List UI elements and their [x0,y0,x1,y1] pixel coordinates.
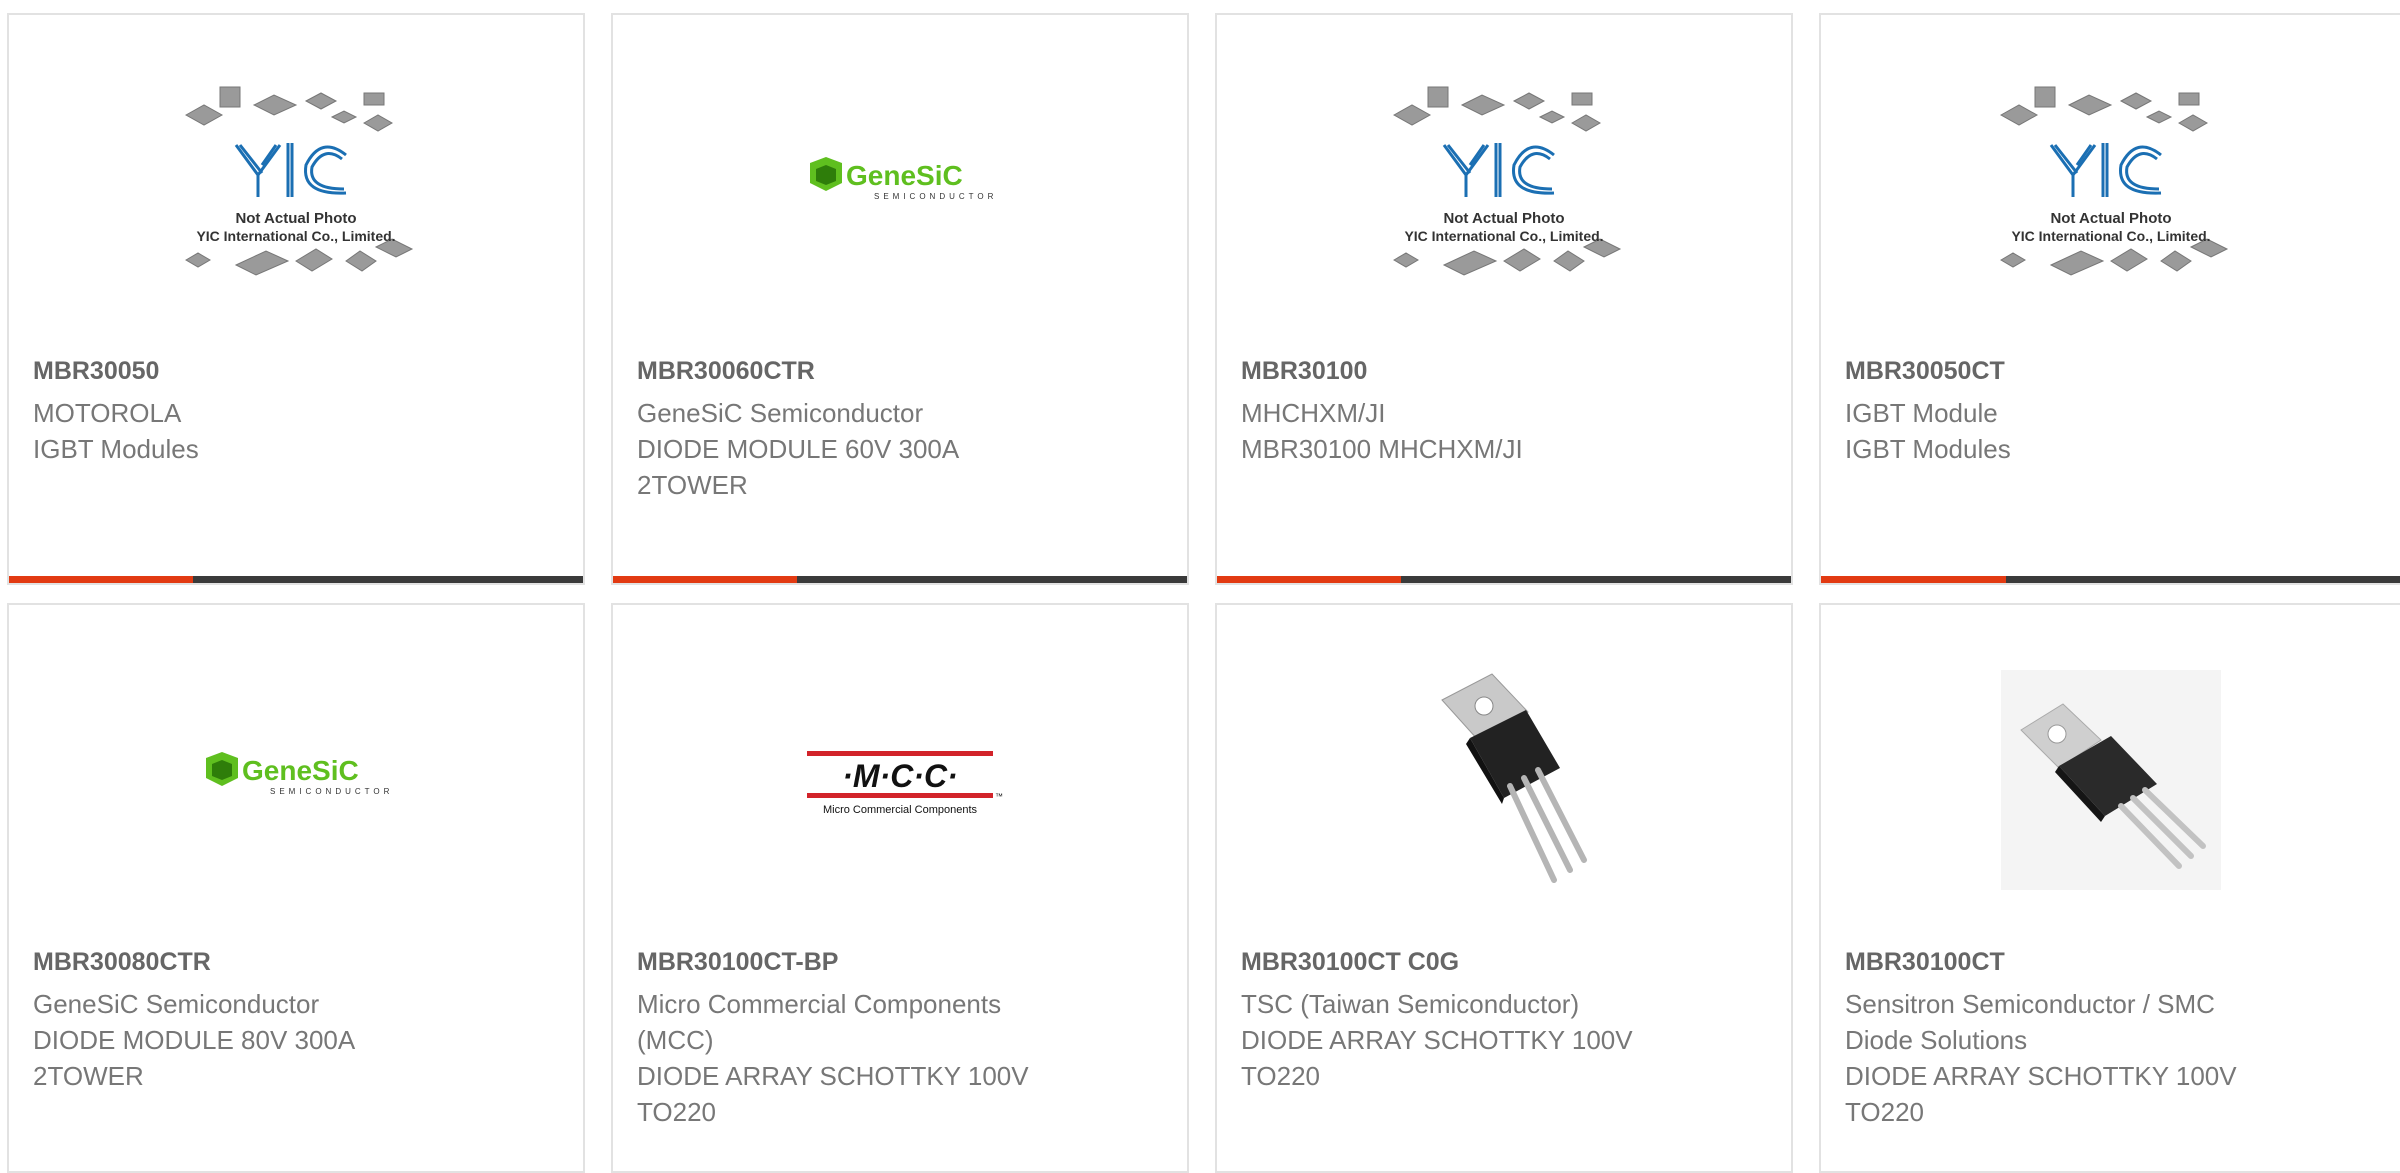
placeholder-line1: Not Actual Photo [1443,210,1564,227]
placeholder-line2: YIC International Co., Limited. [1404,228,1603,244]
part-number[interactable]: MBR30060CTR [637,357,815,386]
product-card[interactable]: Not Actual Photo YIC International Co., … [7,13,585,585]
product-image[interactable]: ·M·C·C· Micro Commercial Components ™ [613,605,1187,955]
description: DIODE ARRAY SCHOTTKY 100V TO220 [1241,1025,1633,1091]
product-card[interactable]: ·M·C·C· Micro Commercial Components ™ MB… [611,603,1189,1173]
genesic-sub: SEMICONDUCTOR [874,192,997,201]
manufacturer: Sensitron Semiconductor / SMC Diode Solu… [1845,989,2215,1055]
card-footer-bar [9,576,583,583]
placeholder-line1: Not Actual Photo [235,210,356,227]
product-card[interactable]: GeneSiC SEMICONDUCTOR MBR30080CTR GeneSi… [7,603,585,1173]
manufacturer: Micro Commercial Components (MCC) [637,989,1002,1055]
manufacturer: MHCHXM/JI [1241,398,1386,428]
description: IGBT Modules [1845,434,2011,464]
manufacturer: IGBT Module [1845,398,1998,428]
genesic-logo-image: GeneSiC SEMICONDUCTOR [206,752,393,796]
manufacturer: GeneSiC Semiconductor [33,989,320,1019]
mcc-trademark: ™ [995,792,1003,801]
part-number[interactable]: MBR30100 [1241,357,1367,386]
mcc-name: ·M·C·C· [842,758,958,794]
mcc-logo-image: ·M·C·C· Micro Commercial Components ™ [807,751,1003,816]
product-image[interactable]: Not Actual Photo YIC International Co., … [9,15,583,355]
yic-placeholder-image: Not Actual Photo YIC International Co., … [1999,86,2228,276]
to220-photo-image [2000,670,2221,890]
product-info: MHCHXM/JI MBR30100 MHCHXM/JI [1241,395,1661,467]
genesic-logo-image: GeneSiC SEMICONDUCTOR [810,157,997,201]
product-image[interactable]: Not Actual Photo YIC International Co., … [1821,15,2400,355]
placeholder-line2: YIC International Co., Limited. [196,228,395,244]
product-image[interactable] [1821,605,2400,955]
product-card[interactable]: MBR30100CT Sensitron Semiconductor / SMC… [1819,603,2400,1173]
description: DIODE MODULE 60V 300A 2TOWER [637,434,958,500]
part-number[interactable]: MBR30100CT [1845,948,2005,977]
product-info: TSC (Taiwan Semiconductor) DIODE ARRAY S… [1241,986,1661,1094]
manufacturer: MOTOROLA [33,398,182,428]
placeholder-line2: YIC International Co., Limited. [2011,228,2210,244]
description: DIODE MODULE 80V 300A 2TOWER [33,1025,354,1091]
product-info: Sensitron Semiconductor / SMC Diode Solu… [1845,986,2265,1130]
card-footer-bar [1217,576,1791,583]
description: MBR30100 MHCHXM/JI [1241,434,1523,464]
product-info: GeneSiC Semiconductor DIODE MODULE 60V 3… [637,395,1057,503]
product-card[interactable]: Not Actual Photo YIC International Co., … [1215,13,1793,585]
product-info: MOTOROLA IGBT Modules [33,395,453,467]
card-accent [613,576,797,583]
card-accent [1217,576,1401,583]
card-footer-bar [1821,576,2400,583]
product-info: Micro Commercial Components (MCC) DIODE … [637,986,1057,1130]
description: IGBT Modules [33,434,199,464]
product-card[interactable]: Not Actual Photo YIC International Co., … [1819,13,2400,585]
card-accent [1821,576,2007,583]
genesic-sub: SEMICONDUCTOR [270,787,393,796]
manufacturer: TSC (Taiwan Semiconductor) [1241,989,1580,1019]
part-number[interactable]: MBR30050CT [1845,357,2005,386]
product-card[interactable]: MBR30100CT C0G TSC (Taiwan Semiconductor… [1215,603,1793,1173]
yic-placeholder-image: Not Actual Photo YIC International Co., … [184,86,414,276]
genesic-name: GeneSiC [242,755,359,786]
part-number[interactable]: MBR30050 [33,357,159,386]
placeholder-line1: Not Actual Photo [2050,210,2171,227]
manufacturer: GeneSiC Semiconductor [637,398,924,428]
product-image[interactable]: GeneSiC SEMICONDUCTOR [9,605,583,955]
product-image[interactable]: Not Actual Photo YIC International Co., … [1217,15,1791,355]
product-image[interactable]: GeneSiC SEMICONDUCTOR [613,15,1187,355]
product-image[interactable] [1217,605,1791,955]
part-number[interactable]: MBR30100CT C0G [1241,948,1459,977]
card-accent [9,576,193,583]
genesic-name: GeneSiC [846,160,963,191]
description: DIODE ARRAY SCHOTTKY 100V TO220 [637,1061,1029,1127]
description: DIODE ARRAY SCHOTTKY 100V TO220 [1845,1061,2237,1127]
product-card[interactable]: GeneSiC SEMICONDUCTOR MBR30060CTR GeneSi… [611,13,1189,585]
product-info: GeneSiC Semiconductor DIODE MODULE 80V 3… [33,986,453,1094]
part-number[interactable]: MBR30100CT-BP [637,948,838,977]
yic-placeholder-image: Not Actual Photo YIC International Co., … [1392,86,1622,276]
card-footer-bar [613,576,1187,583]
part-number[interactable]: MBR30080CTR [33,948,211,977]
mcc-sub: Micro Commercial Components [823,804,978,816]
to220-photo-image [1441,673,1587,883]
product-info: IGBT Module IGBT Modules [1845,395,2265,467]
